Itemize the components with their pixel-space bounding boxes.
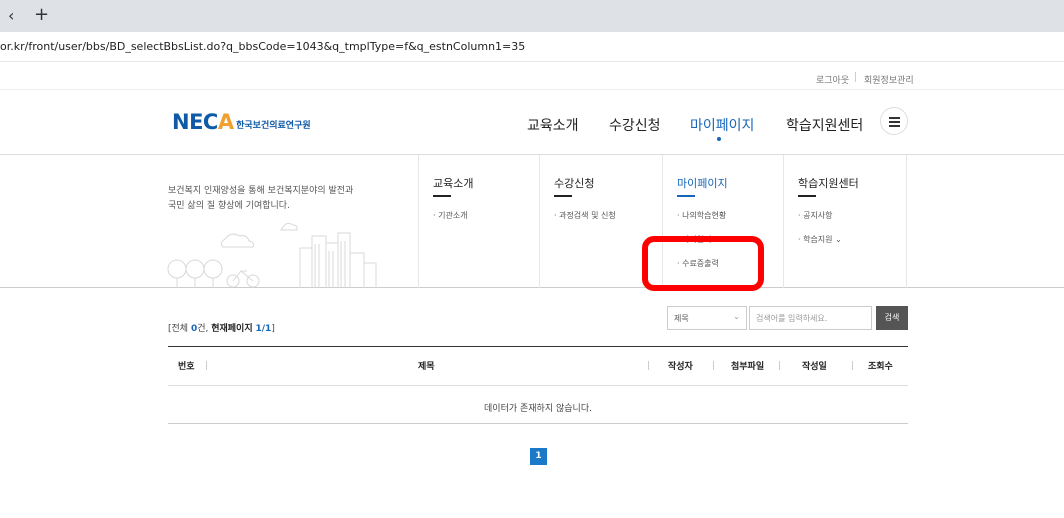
mega-menu: 보건복지 인재양성을 통해 보건복지분야의 발전과 국민 삶의 질 향상에 기여… — [0, 155, 1064, 288]
pagination-page-1[interactable]: 1 — [530, 448, 547, 465]
active-indicator-dot — [717, 137, 721, 141]
header-divider — [713, 361, 714, 370]
col-header-attachment: 첨부파일 — [731, 362, 765, 372]
col-header-number: 번호 — [178, 362, 195, 372]
site-header: NEC A 한국보건의료연구원 교육소개 수강신청 마이페이지 학습지원센터 — [0, 90, 1064, 155]
gnb-item-course-registration[interactable]: 수강신청 — [609, 115, 661, 135]
mega-col-heading[interactable]: 학습지원센터 — [798, 175, 859, 191]
header-divider — [648, 361, 649, 370]
mega-col-heading[interactable]: 교육소개 — [433, 175, 473, 191]
tab-scroll-left-icon[interactable]: ‹ — [8, 6, 14, 25]
heading-underline — [677, 195, 695, 197]
logo-subtitle: 한국보건의료연구원 — [236, 121, 311, 131]
mega-col-learning-support: 학습지원센터 · 공지사항 · 학습지원 ⌄ — [783, 155, 907, 288]
col-header-views: 조회수 — [868, 362, 893, 372]
logo-wordmark-a: A — [217, 110, 235, 134]
url-text[interactable]: or.kr/front/user/bbs/BD_selectBbsList.do… — [0, 40, 525, 53]
total-pages: /1 — [261, 324, 272, 334]
city-illustration-icon — [167, 222, 377, 288]
chevron-down-icon: ⌄ — [733, 312, 740, 321]
gnb-item-mypage[interactable]: 마이페이지 — [690, 115, 754, 135]
header-divider — [206, 361, 207, 370]
search-button[interactable]: 검색 — [876, 306, 908, 330]
search-type-select[interactable]: 제목 ⌄ — [667, 306, 747, 330]
search-type-value: 제목 — [674, 314, 689, 323]
mega-menu-description: 보건복지 인재양성을 통해 보건복지분야의 발전과 국민 삶의 질 향상에 기여… — [168, 184, 353, 214]
address-bar[interactable]: or.kr/front/user/bbs/BD_selectBbsList.do… — [0, 32, 1064, 62]
heading-underline — [798, 195, 816, 197]
hamburger-icon — [889, 117, 900, 119]
description-line: 보건복지 인재양성을 통해 보건복지분야의 발전과 — [168, 186, 354, 196]
header-divider — [852, 361, 853, 370]
heading-underline — [433, 195, 451, 197]
menu-link-institution-intro[interactable]: · 기관소개 — [433, 210, 468, 221]
utility-bar: 로그아웃 회원정보관리 — [0, 62, 1064, 90]
hamburger-icon-line — [889, 121, 900, 123]
search-placeholder: 검색어를 입력하세요. — [756, 314, 828, 323]
menu-link-my-learning-status[interactable]: · 나의학습현황 — [677, 210, 726, 221]
divider — [855, 72, 856, 82]
member-info-link[interactable]: 회원정보관리 — [864, 73, 914, 86]
menu-link-notice[interactable]: · 공지사항 — [798, 210, 833, 221]
board-table: 번호 제목 작성자 첨부파일 작성일 조회수 데이터가 존재하지 않습니다. — [168, 346, 908, 424]
menu-link-course-search[interactable]: · 과정검색 및 신청 — [554, 210, 616, 221]
all-menu-button[interactable] — [880, 107, 908, 135]
count-text: ] — [271, 324, 275, 334]
col-header-author: 작성자 — [668, 362, 693, 372]
count-text: 건, — [197, 324, 212, 334]
gnb-item-learning-support[interactable]: 학습지원센터 — [786, 115, 863, 135]
mega-col-heading[interactable]: 마이페이지 — [677, 175, 728, 191]
logo-wordmark: NEC — [172, 110, 218, 134]
hamburger-icon-line — [889, 125, 900, 127]
browser-tab-bar: ‹ + — [0, 0, 1064, 32]
count-text: [전체 — [168, 324, 191, 334]
current-page-label: 현재페이지 — [211, 324, 253, 334]
empty-message: 데이터가 존재하지 않습니다. — [484, 404, 592, 414]
heading-underline — [554, 195, 572, 197]
col-header-title: 제목 — [418, 362, 435, 372]
col-header-date: 작성일 — [802, 362, 827, 372]
logout-link[interactable]: 로그아웃 — [816, 73, 849, 86]
description-line: 국민 삶의 질 향상에 기여합니다. — [168, 201, 290, 211]
menu-link-learning-support[interactable]: · 학습지원 ⌄ — [798, 234, 842, 245]
new-tab-button[interactable]: + — [34, 4, 49, 25]
mega-col-education-intro: 교육소개 · 기관소개 — [418, 155, 539, 288]
post-count: [전체 0건, 현재페이지 1/1] — [168, 321, 275, 334]
divider — [168, 385, 908, 386]
neca-logo[interactable]: NEC A 한국보건의료연구원 — [172, 110, 311, 134]
header-divider — [779, 361, 780, 370]
annotation-highlight-box — [642, 236, 764, 291]
mega-col-heading[interactable]: 수강신청 — [554, 175, 594, 191]
gnb-item-education-intro[interactable]: 교육소개 — [527, 115, 579, 135]
search-input[interactable]: 검색어를 입력하세요. — [749, 306, 872, 330]
